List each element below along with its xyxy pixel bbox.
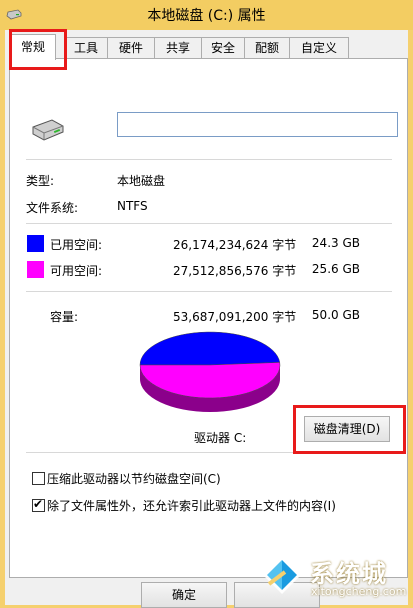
tab-tools[interactable]: 工具 [64,37,108,59]
free-space-bytes: 27,512,856,576 字节 [173,264,297,278]
ok-button[interactable]: 确定 [141,582,227,608]
compress-label[interactable]: 压缩此驱动器以节约磁盘空间(C) [47,470,221,487]
free-space-label: 可用空间: [50,264,103,278]
type-value: 本地磁盘 [117,174,166,188]
divider [26,223,392,224]
hard-drive-icon [32,119,64,141]
capacity-bytes: 53,687,091,200 字节 [173,310,297,324]
free-space-gb: 25.6 GB [311,262,360,276]
compress-checkbox[interactable] [32,472,45,485]
tab-quota[interactable]: 配额 [244,37,290,59]
title-bar[interactable]: 本地磁盘 (C:) 属性 [0,0,413,30]
filesystem-value: NTFS [117,199,148,213]
pie-slice-used [139,331,281,366]
cleanup-button-highlight [293,405,406,454]
watermark-url: xitongcheng.com [311,585,407,598]
general-panel: 类型: 本地磁盘 文件系统: NTFS 已用空间: 26,174,234,624… [9,58,408,578]
free-space-swatch [27,261,44,278]
watermark-logo-icon [263,556,301,594]
divider [26,159,392,160]
filesystem-label: 文件系统: [26,201,79,215]
watermark-brand: 系统城 [310,560,388,588]
used-space-gb: 24.3 GB [311,236,360,250]
index-label[interactable]: 除了文件属性外，还允许索引此驱动器上文件的内容(I) [47,497,336,514]
used-space-bytes: 26,174,234,624 字节 [173,238,297,252]
type-label: 类型: [26,174,55,188]
capacity-gb: 50.0 GB [311,308,360,322]
volume-name-input[interactable] [117,112,398,137]
used-space-label: 已用空间: [50,238,103,252]
index-checkbox[interactable]: ✔ [32,497,45,512]
check-mark-icon: ✔ [33,497,44,511]
divider [26,291,392,292]
tab-hardware[interactable]: 硬件 [107,37,155,59]
window-title: 本地磁盘 (C:) 属性 [147,8,266,24]
tab-general-highlight [9,29,67,70]
watermark: 系统城 xitongcheng.com [255,548,413,605]
capacity-label: 容量: [50,310,79,324]
disk-usage-pie-chart [139,331,281,412]
used-space-swatch [27,235,44,252]
tab-customize[interactable]: 自定义 [289,37,349,59]
properties-dialog: 常规 工具 硬件 共享 安全 配额 自定义 类型: 本地磁盘 文件系统: NTF… [5,29,408,608]
tab-security[interactable]: 安全 [201,37,245,59]
drive-label: 驱动器 C: [194,431,247,445]
tab-sharing[interactable]: 共享 [154,37,202,59]
